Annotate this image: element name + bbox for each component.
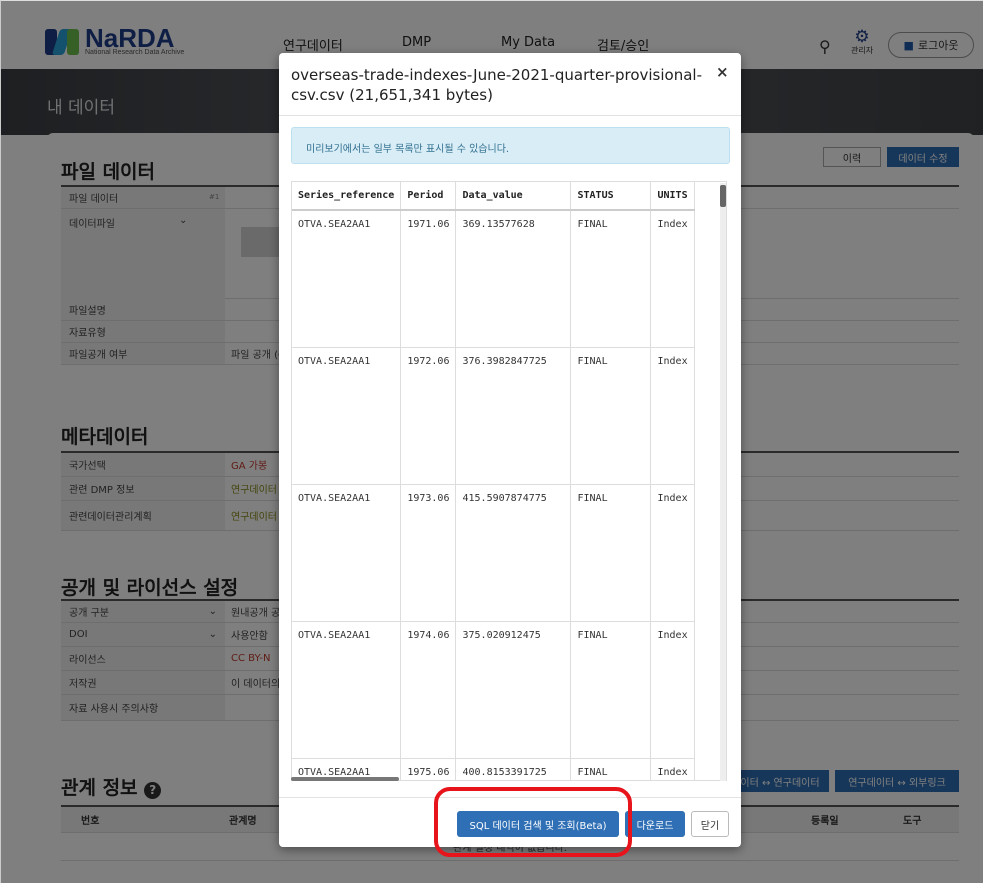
col-header: Period xyxy=(400,182,457,211)
close-button[interactable]: 닫기 xyxy=(691,811,729,837)
table-cell: Index xyxy=(650,484,695,622)
download-button[interactable]: 다운로드 xyxy=(625,811,685,837)
table-cell: OTVA.SEA2AA1 xyxy=(292,347,402,485)
table-cell: OTVA.SEA2AA1 xyxy=(292,210,402,348)
table-row: OTVA.SEA2AA1 1973.06 415.5907874775 FINA… xyxy=(292,484,695,622)
table-cell: FINAL xyxy=(570,758,652,780)
table-header-row: Series_reference Period Data_value STATU… xyxy=(292,182,695,211)
col-header: UNITS xyxy=(650,182,695,211)
vertical-scroll-thumb[interactable] xyxy=(720,185,726,207)
table-cell: FINAL xyxy=(570,347,652,485)
file-preview-modal: overseas-trade-indexes-June-2021-quarter… xyxy=(279,53,741,847)
table-row: OTVA.SEA2AA1 1972.06 376.3982847725 FINA… xyxy=(292,347,695,485)
divider xyxy=(279,115,741,116)
table-cell: 1974.06 xyxy=(400,621,457,759)
table-row: OTVA.SEA2AA1 1974.06 375.020912475 FINAL… xyxy=(292,621,695,759)
table-cell: Index xyxy=(650,758,695,780)
table-cell: 1971.06 xyxy=(400,210,457,348)
preview-alert: 미리보기에서는 일부 목록만 표시될 수 있습니다. xyxy=(291,127,730,164)
modal-title: overseas-trade-indexes-June-2021-quarter… xyxy=(291,66,702,104)
table-cell: 415.5907874775 xyxy=(455,484,572,622)
table-cell: 375.020912475 xyxy=(455,621,572,759)
close-icon[interactable]: × xyxy=(716,63,729,81)
table-cell: 369.13577628 xyxy=(455,210,572,348)
highlight-annotation xyxy=(434,787,632,857)
table-cell: 376.3982847725 xyxy=(455,347,572,485)
page: NaRDA National Research Data Archive 연구데… xyxy=(1,1,983,883)
table-cell: FINAL xyxy=(570,484,652,622)
table-cell: 400.8153391725 xyxy=(455,758,572,780)
preview-table-container[interactable]: Series_reference Period Data_value STATU… xyxy=(291,181,727,781)
table-cell: 1972.06 xyxy=(400,347,457,485)
table-cell: FINAL xyxy=(570,621,652,759)
horizontal-scroll-thumb[interactable] xyxy=(291,777,399,781)
table-cell: Index xyxy=(650,210,695,348)
table-cell: FINAL xyxy=(570,210,652,348)
table-cell: 1973.06 xyxy=(400,484,457,622)
table-cell: Index xyxy=(650,621,695,759)
col-header: Data_value xyxy=(455,182,572,211)
table-cell: Index xyxy=(650,347,695,485)
col-header: STATUS xyxy=(570,182,652,211)
table-row: OTVA.SEA2AA1 1971.06 369.13577628 FINAL … xyxy=(292,210,695,348)
col-header: Series_reference xyxy=(292,182,402,211)
browser-viewport: NaRDA National Research Data Archive 연구데… xyxy=(0,0,983,883)
vertical-scrollbar[interactable] xyxy=(720,183,726,781)
table-cell: OTVA.SEA2AA1 xyxy=(292,621,402,759)
preview-table: Series_reference Period Data_value STATU… xyxy=(292,182,695,780)
table-cell: OTVA.SEA2AA1 xyxy=(292,484,402,622)
table-cell: 1975.06 xyxy=(400,758,457,780)
